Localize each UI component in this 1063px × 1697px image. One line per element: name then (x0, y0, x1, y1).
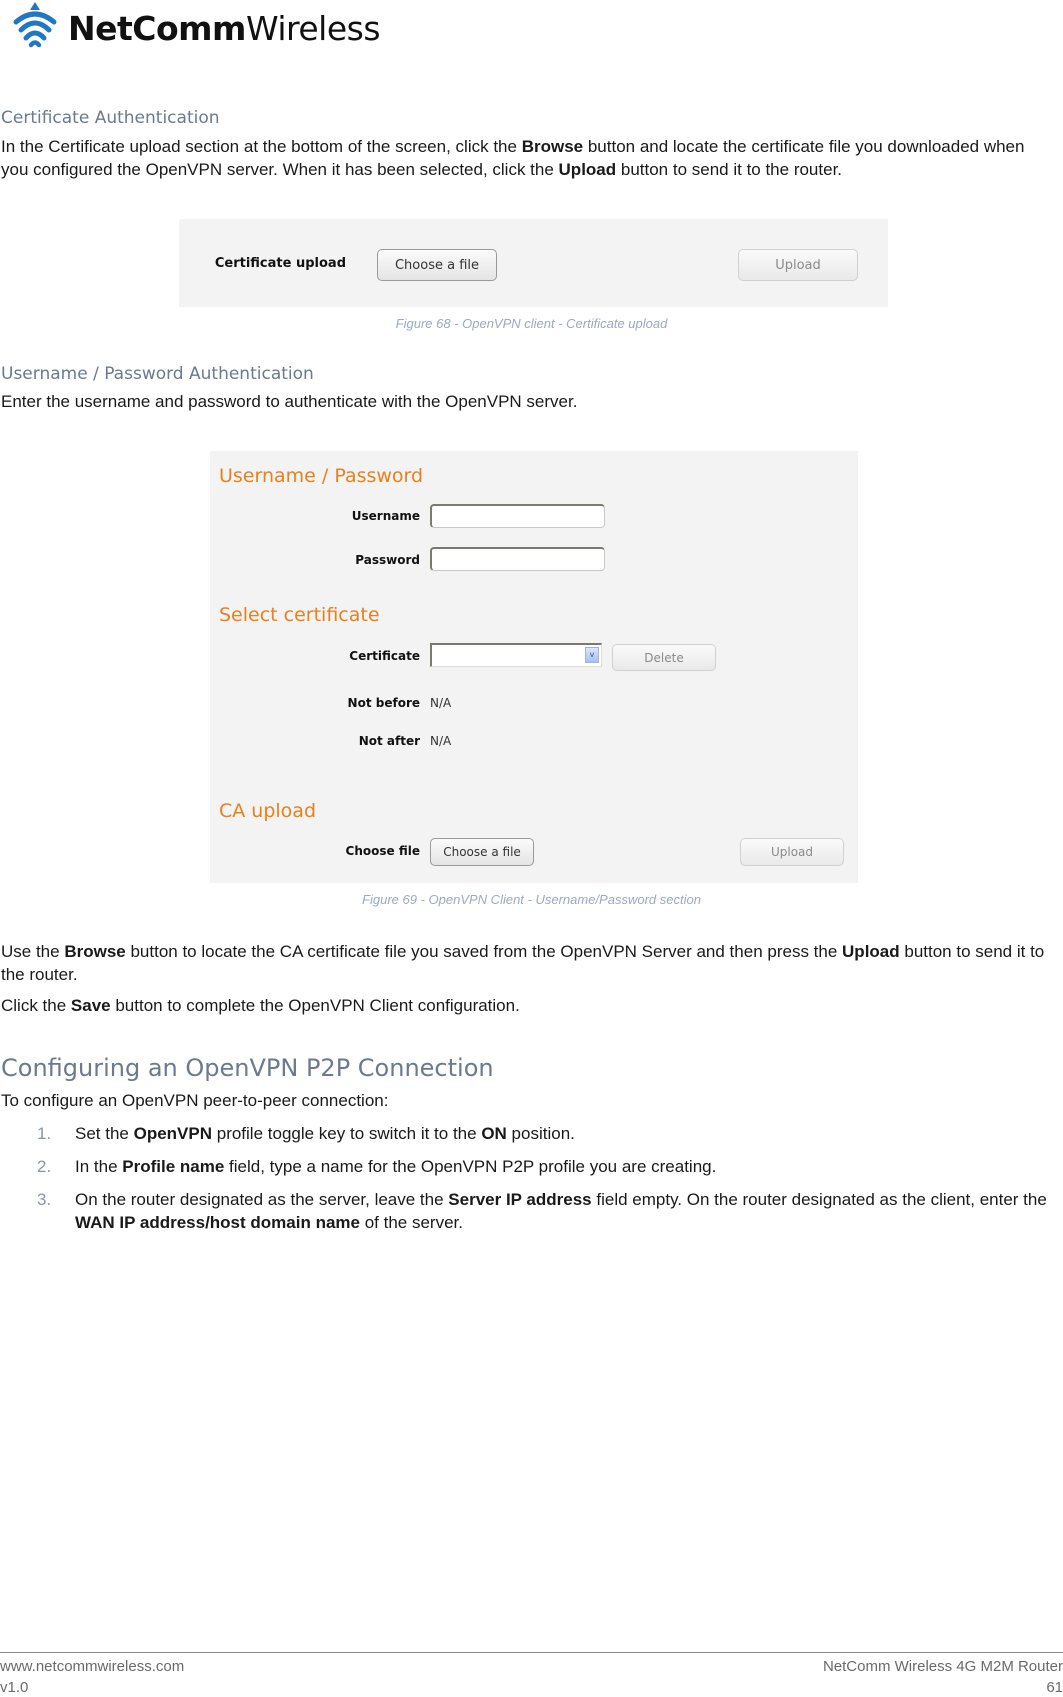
footer-divider (0, 1652, 1063, 1653)
certificate-label: Certificate (349, 649, 420, 663)
username-label: Username (351, 509, 420, 523)
not-before-value: N/A (430, 696, 452, 710)
heading-configuring-p2p: Configuring an OpenVPN P2P Connection (1, 1054, 494, 1082)
certificate-auth-paragraph: In the Certificate upload section at the… (1, 137, 1025, 179)
emphasized-term: Upload (842, 942, 900, 961)
p2p-step: 3. On the router designated as the server… (0, 1188, 1053, 1234)
footer-version: v1.0 (0, 1679, 29, 1696)
choose-file-button[interactable]: Choose a file (377, 249, 497, 281)
emphasized-term: Server IP address (448, 1190, 592, 1209)
heading-certificate-authentication: Certificate Authentication (1, 108, 220, 128)
heading-username-password-authentication: Username / Password Authentication (1, 364, 314, 384)
delete-button[interactable]: Delete (612, 644, 716, 671)
not-after-value: N/A (430, 734, 452, 748)
save-paragraph: Click the Save button to complete the Op… (1, 996, 520, 1015)
emphasized-term: Profile name (122, 1157, 225, 1176)
username-input[interactable] (430, 504, 605, 528)
ca-upload-title: CA upload (219, 800, 317, 822)
step-text: In the Profile name field, type a name f… (75, 1157, 717, 1176)
step-number: 2. (37, 1157, 52, 1176)
footer-product: NetComm Wireless 4G M2M Router (822, 1658, 1063, 1675)
ca-choose-file-button[interactable]: Choose a file (430, 838, 534, 866)
p2p-steps-list: 1. Set the OpenVPN profile toggle key to … (0, 1122, 1053, 1244)
ca-upload-button[interactable]: Upload (740, 838, 844, 866)
password-input[interactable] (430, 547, 605, 571)
footer-page-number: 61 (1046, 1679, 1063, 1696)
certificate-select[interactable]: ˅ (430, 643, 602, 667)
figure-69-caption: Figure 69 - OpenVPN Client - Username/Pa… (362, 892, 701, 907)
password-label: Password (355, 553, 420, 567)
brand-name: NetCommWireless (68, 8, 381, 48)
netcomm-logo: NetCommWireless (6, 0, 381, 54)
figure-certificate-upload: Certificate upload Choose a file Upload (179, 219, 888, 307)
step-number: 3. (37, 1190, 52, 1209)
certificate-upload-label: Certificate upload (214, 256, 346, 271)
chevron-down-icon[interactable]: ˅ (585, 647, 599, 663)
emphasized-term: Upload (558, 160, 617, 179)
ca-upload-paragraph: Use the Browse button to locate the CA c… (1, 942, 1045, 984)
p2p-intro: To configure an OpenVPN peer-to-peer con… (1, 1091, 389, 1110)
emphasized-term: Save (70, 996, 111, 1015)
upload-button[interactable]: Upload (738, 249, 858, 281)
not-after-label: Not after (358, 734, 420, 748)
select-certificate-title: Select certificate (219, 604, 380, 626)
emphasized-term: ON (481, 1124, 507, 1143)
emphasized-term: OpenVPN (133, 1124, 213, 1143)
p2p-step: 1. Set the OpenVPN profile toggle key to … (0, 1122, 1053, 1145)
figure-openvpn-client-userpass: Username / Password Username Password Se… (210, 451, 858, 883)
footer-website: www.netcommwireless.com (0, 1658, 185, 1675)
choose-file-label: Choose file (345, 844, 420, 858)
wifi-signal-icon (13, 2, 57, 48)
figure-68-caption: Figure 68 - OpenVPN client - Certificate… (395, 316, 668, 331)
not-before-label: Not before (347, 696, 420, 710)
p2p-step: 2. In the Profile name field, type a name… (0, 1155, 1053, 1178)
emphasized-term: Browse (64, 942, 126, 961)
emphasized-term: WAN IP address/host domain name (75, 1213, 360, 1232)
step-text: On the router designated as the server, … (75, 1190, 1047, 1232)
emphasized-term: Browse (521, 137, 584, 156)
userpass-section-title: Username / Password (219, 465, 424, 487)
step-number: 1. (37, 1124, 52, 1143)
step-text: Set the OpenVPN profile toggle key to sw… (75, 1124, 575, 1143)
userpass-paragraph: Enter the username and password to authe… (1, 392, 578, 411)
